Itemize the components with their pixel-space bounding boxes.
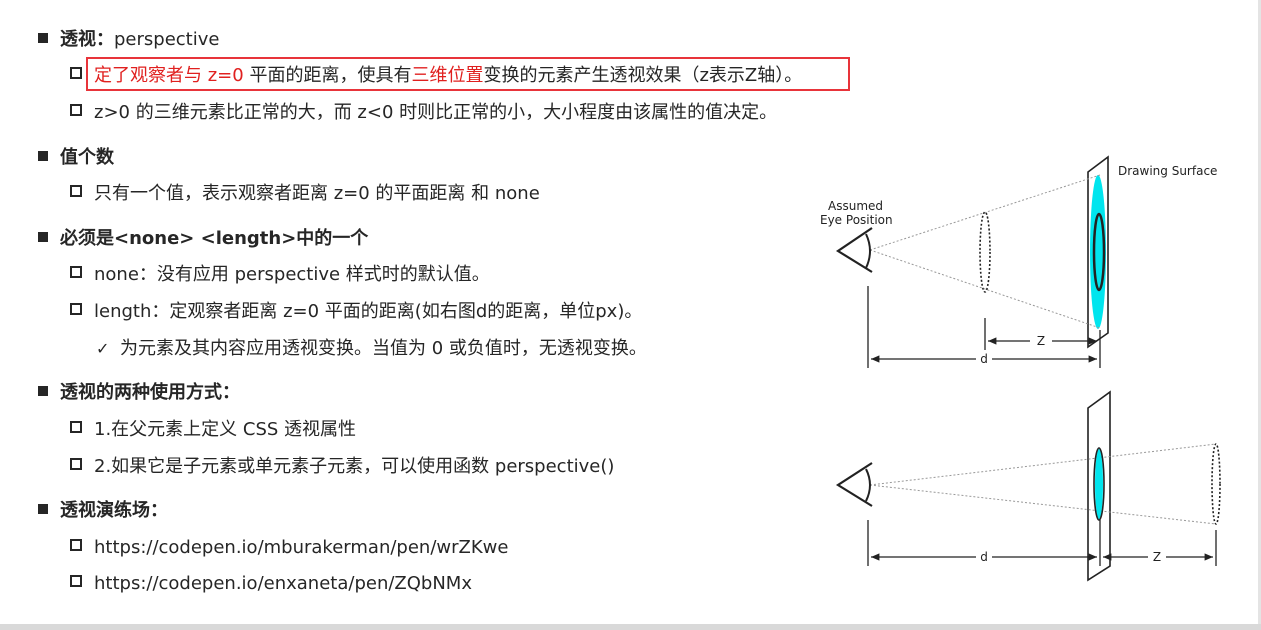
bullet-square-filled xyxy=(38,504,48,514)
object-circle xyxy=(1211,443,1221,525)
section-heading-usage: 透视的两种使用方式： xyxy=(38,381,240,405)
sight-line-top xyxy=(869,174,1101,251)
definition-part-1: 定了 xyxy=(94,65,130,86)
heading-text: 透视： xyxy=(60,29,114,50)
bullet-square-filled xyxy=(38,151,48,161)
list-item: none：没有应用 perspective 样式时的默认值。 xyxy=(70,263,490,287)
section-heading-values: 值个数 xyxy=(38,146,114,170)
bullet-square-hollow xyxy=(70,575,82,587)
eye-lens xyxy=(865,233,871,269)
perspective-diagram: Drawing Surface Assumed Eye Position Z d xyxy=(820,155,1221,582)
top-diagram: Drawing Surface Assumed Eye Position Z d xyxy=(820,155,1217,368)
list-item-link[interactable]: https://codepen.io/mburakerman/pen/wrZKw… xyxy=(70,536,508,560)
bottom-edge-bar xyxy=(0,624,1261,630)
sight-line-top xyxy=(869,443,1217,486)
list-item-definition: 定了观察者与 z=0 平面的距离，使具有三维位置变换的元素产生透视效果（z表示Z… xyxy=(70,64,802,88)
sight-line-bottom xyxy=(869,249,1101,329)
definition-part-2: 观察者与 z=0 xyxy=(130,65,244,86)
definition-part-4: 三维位置 xyxy=(411,65,484,86)
list-item: z>0 的三维元素比正常的大，而 z<0 时则比正常的小，大小程度由该属性的值决… xyxy=(70,101,777,125)
heading-suffix: perspective xyxy=(114,29,220,50)
list-item: length：定观察者距离 z=0 平面的距离(如右图d的距离，单位px)。 xyxy=(70,300,642,324)
sub-list-item: ✓ 为元素及其内容应用透视变换。当值为 0 或负值时，无透视变换。 xyxy=(96,337,647,361)
bullet-square-hollow xyxy=(70,104,82,116)
bullet-square-filled xyxy=(38,33,48,43)
z-label: Z xyxy=(1037,334,1045,348)
list-item-text: 1.在父元素上定义 CSS 透视属性 xyxy=(94,419,357,440)
bullet-square-hollow xyxy=(70,539,82,551)
drawing-surface-label: Drawing Surface xyxy=(1118,164,1217,178)
d-label: d xyxy=(980,352,988,366)
bullet-square-hollow xyxy=(70,185,82,197)
list-item-text: 为元素及其内容应用透视变换。当值为 0 或负值时，无透视变换。 xyxy=(120,338,647,359)
list-item: 2.如果它是子元素或单元素子元素，可以使用函数 perspective() xyxy=(70,455,614,479)
heading-text: 透视的两种使用方式： xyxy=(60,382,240,403)
bullet-square-filled xyxy=(38,386,48,396)
bullet-square-hollow xyxy=(70,303,82,315)
list-item-text: z>0 的三维元素比正常的大，而 z<0 时则比正常的小，大小程度由该属性的值决… xyxy=(94,102,778,123)
d-label: d xyxy=(980,550,988,564)
section-heading-perspective: 透视：perspective xyxy=(38,28,219,52)
list-item-link[interactable]: https://codepen.io/enxaneta/pen/ZQbNMx xyxy=(70,572,472,596)
z-label: Z xyxy=(1153,550,1161,564)
bullet-square-hollow xyxy=(70,421,82,433)
bottom-diagram: d Z xyxy=(835,390,1221,582)
link-text[interactable]: https://codepen.io/enxaneta/pen/ZQbNMx xyxy=(94,573,472,594)
bullet-square-hollow xyxy=(70,458,82,470)
sight-line-bottom xyxy=(869,484,1217,525)
object-circle xyxy=(979,211,991,293)
section-heading-must-be: 必须是<none> <length>中的一个 xyxy=(38,227,368,251)
projection-cyan xyxy=(1095,449,1103,519)
list-item-text: length：定观察者距离 z=0 平面的距离(如右图d的距离，单位px)。 xyxy=(94,301,643,322)
heading-text: 透视演练场： xyxy=(60,500,168,521)
bullet-square-filled xyxy=(38,232,48,242)
eye-label-line2: Eye Position xyxy=(820,213,893,227)
heading-text: 必须是<none> <length>中的一个 xyxy=(60,228,369,249)
list-item: 只有一个值，表示观察者距离 z=0 的平面距离 和 none xyxy=(70,182,540,206)
eye-lens xyxy=(865,468,871,502)
bullet-square-hollow xyxy=(70,67,82,79)
section-heading-playground: 透视演练场： xyxy=(38,499,168,523)
list-item-text: none：没有应用 perspective 样式时的默认值。 xyxy=(94,264,490,285)
link-text[interactable]: https://codepen.io/mburakerman/pen/wrZKw… xyxy=(94,537,508,558)
heading-text: 值个数 xyxy=(60,147,114,168)
definition-part-3: 平面的距离，使具有 xyxy=(243,65,412,86)
definition-part-5: 变换的元素产生透视效果（z表示Z轴）。 xyxy=(483,65,803,86)
eye-label-line1: Assumed xyxy=(828,199,883,213)
bullet-square-hollow xyxy=(70,266,82,278)
list-item-text: 2.如果它是子元素或单元素子元素，可以使用函数 perspective() xyxy=(94,456,615,477)
check-icon: ✓ xyxy=(96,339,110,358)
list-item-text: 只有一个值，表示观察者距离 z=0 的平面距离 和 none xyxy=(94,183,540,204)
list-item: 1.在父元素上定义 CSS 透视属性 xyxy=(70,418,356,442)
